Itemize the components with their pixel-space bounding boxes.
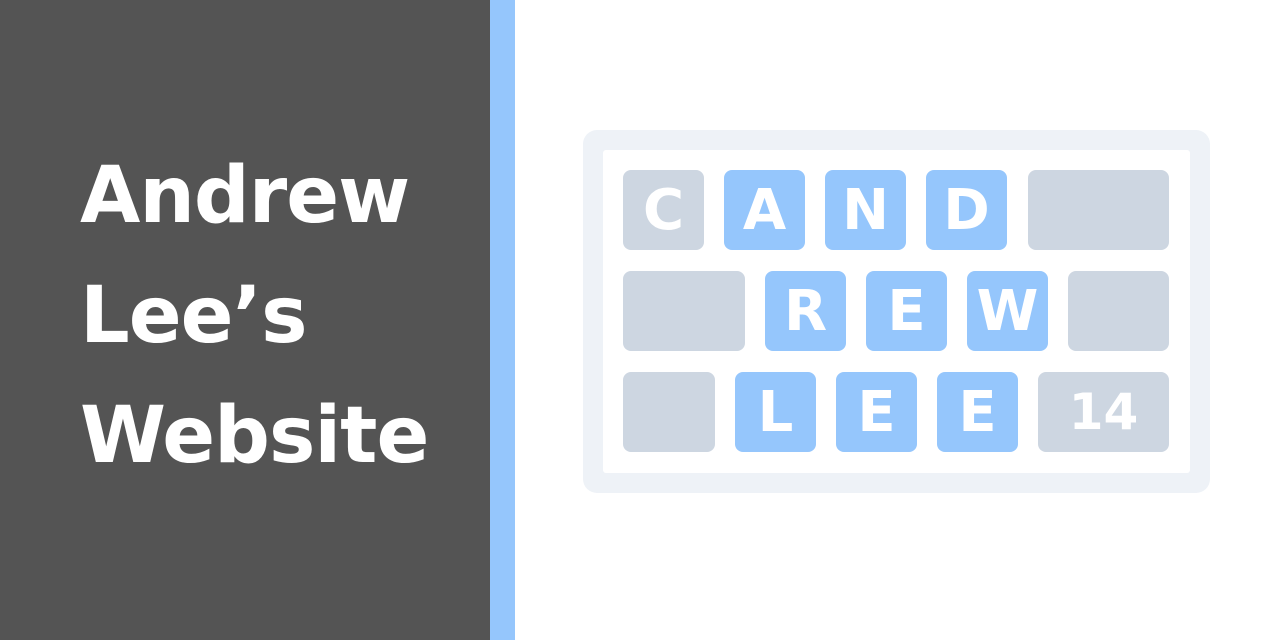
title-line-3: Website (80, 391, 429, 481)
tile-r3-c3: E (836, 372, 917, 452)
tile-r2-c4: W (967, 271, 1048, 351)
tile-r1-c3: N (825, 170, 906, 250)
accent-divider (490, 0, 515, 640)
title-line-1: Andrew (80, 151, 410, 241)
tile-r1-c5 (1028, 170, 1169, 250)
site-title: Andrew Lee’s Website (80, 136, 429, 496)
tile-r1-c2: A (724, 170, 805, 250)
title-panel: Andrew Lee’s Website (0, 0, 490, 640)
tile-r2-c2: R (765, 271, 846, 351)
tile-r3-c5-number: 14 (1038, 372, 1169, 452)
tile-r1-c1: C (623, 170, 704, 250)
tile-r3-c4: E (937, 372, 1018, 452)
title-line-2: Lee’s (80, 271, 308, 361)
tile-r2-c3: E (866, 271, 947, 351)
tile-r2-c1 (623, 271, 745, 351)
tile-r3-c2: L (735, 372, 816, 452)
tile-r2-c5 (1068, 271, 1169, 351)
tile-r3-c1 (623, 372, 715, 452)
tile-r1-c4: D (926, 170, 1007, 250)
